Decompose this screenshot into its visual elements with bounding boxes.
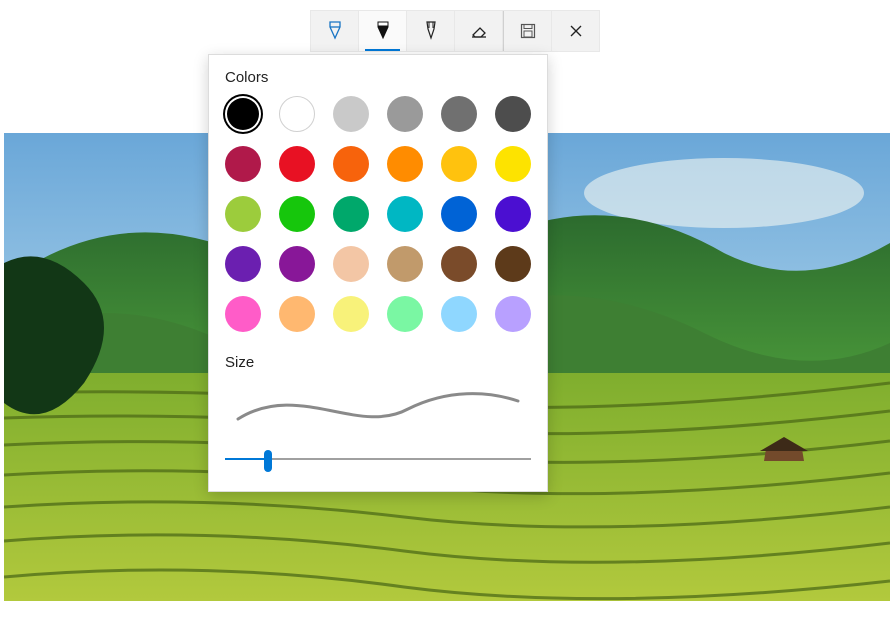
save-button[interactable]	[504, 11, 552, 51]
color-swatch-amber[interactable]	[387, 146, 423, 182]
color-swatch-purple[interactable]	[279, 246, 315, 282]
eraser-icon	[469, 21, 489, 41]
color-swatch-silver[interactable]	[333, 96, 369, 132]
color-swatch-charcoal[interactable]	[495, 96, 531, 132]
pencil-tool[interactable]	[359, 11, 407, 51]
color-swatch-white[interactable]	[279, 96, 315, 132]
color-swatch-black[interactable]	[225, 96, 261, 132]
slider-thumb[interactable]	[264, 450, 272, 472]
color-swatch-tan[interactable]	[387, 246, 423, 282]
slider-fill	[225, 458, 268, 460]
color-swatch-light-orange[interactable]	[279, 296, 315, 332]
color-swatch-pale-yellow[interactable]	[333, 296, 369, 332]
color-swatch-crimson[interactable]	[225, 146, 261, 182]
color-swatch-blue[interactable]	[441, 196, 477, 232]
ballpoint-pen-tool[interactable]	[311, 11, 359, 51]
save-icon	[519, 22, 537, 40]
color-swatch-grid	[225, 96, 531, 332]
color-swatch-gray[interactable]	[387, 96, 423, 132]
highlighter-icon	[422, 20, 440, 42]
color-swatch-dark-brown[interactable]	[495, 246, 531, 282]
eraser-tool[interactable]	[455, 11, 503, 51]
color-swatch-dark-gray[interactable]	[441, 96, 477, 132]
ballpoint-pen-icon	[326, 20, 344, 42]
size-label: Size	[225, 354, 531, 371]
color-swatch-indigo[interactable]	[495, 196, 531, 232]
size-preview	[225, 381, 531, 431]
color-swatch-orange[interactable]	[333, 146, 369, 182]
color-swatch-teal[interactable]	[387, 196, 423, 232]
close-button[interactable]	[552, 11, 599, 51]
color-swatch-yellow[interactable]	[495, 146, 531, 182]
color-swatch-pink[interactable]	[225, 296, 261, 332]
pencil-icon	[374, 20, 392, 42]
color-swatch-violet[interactable]	[225, 246, 261, 282]
colors-label: Colors	[225, 69, 531, 86]
color-swatch-red[interactable]	[279, 146, 315, 182]
size-slider[interactable]	[225, 449, 531, 469]
ink-toolbar	[310, 10, 600, 52]
pen-settings-popup: Colors Size	[208, 54, 548, 492]
color-swatch-brown[interactable]	[441, 246, 477, 282]
color-swatch-sea-green[interactable]	[333, 196, 369, 232]
color-swatch-lavender[interactable]	[495, 296, 531, 332]
color-swatch-gold[interactable]	[441, 146, 477, 182]
color-swatch-lime[interactable]	[225, 196, 261, 232]
color-swatch-mint[interactable]	[387, 296, 423, 332]
color-swatch-peach[interactable]	[333, 246, 369, 282]
highlighter-tool[interactable]	[407, 11, 455, 51]
color-swatch-green[interactable]	[279, 196, 315, 232]
color-swatch-sky[interactable]	[441, 296, 477, 332]
close-icon	[568, 23, 584, 39]
